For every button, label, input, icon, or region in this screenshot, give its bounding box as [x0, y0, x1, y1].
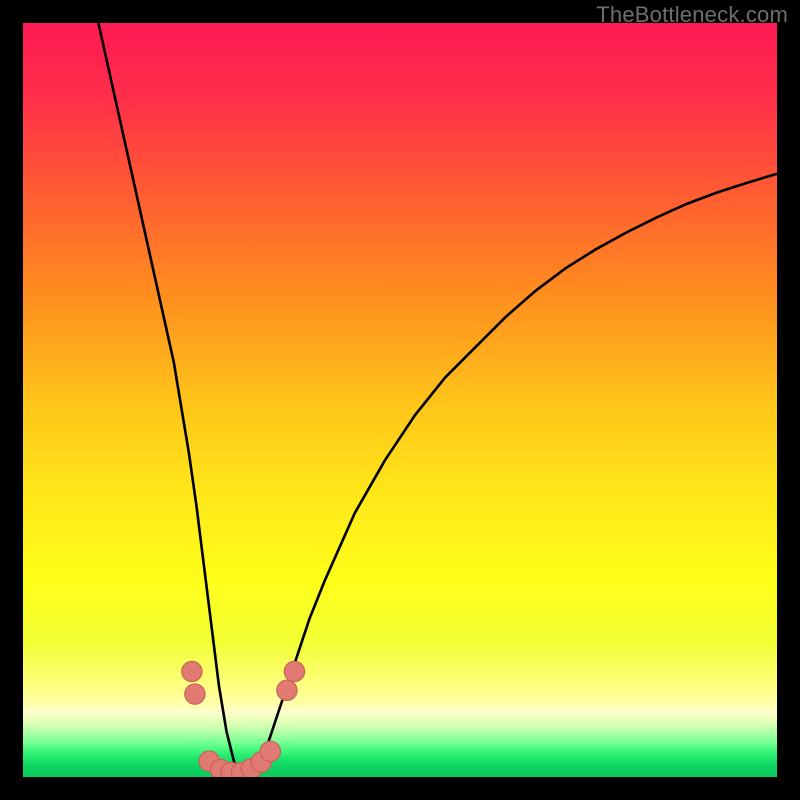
data-marker	[284, 661, 304, 681]
watermark-text: TheBottleneck.com	[596, 2, 788, 28]
bottleneck-curve	[23, 23, 777, 777]
chart-frame	[23, 23, 777, 777]
data-marker	[185, 684, 205, 704]
data-marker	[260, 741, 280, 761]
data-marker	[182, 661, 202, 681]
data-marker	[277, 680, 297, 700]
